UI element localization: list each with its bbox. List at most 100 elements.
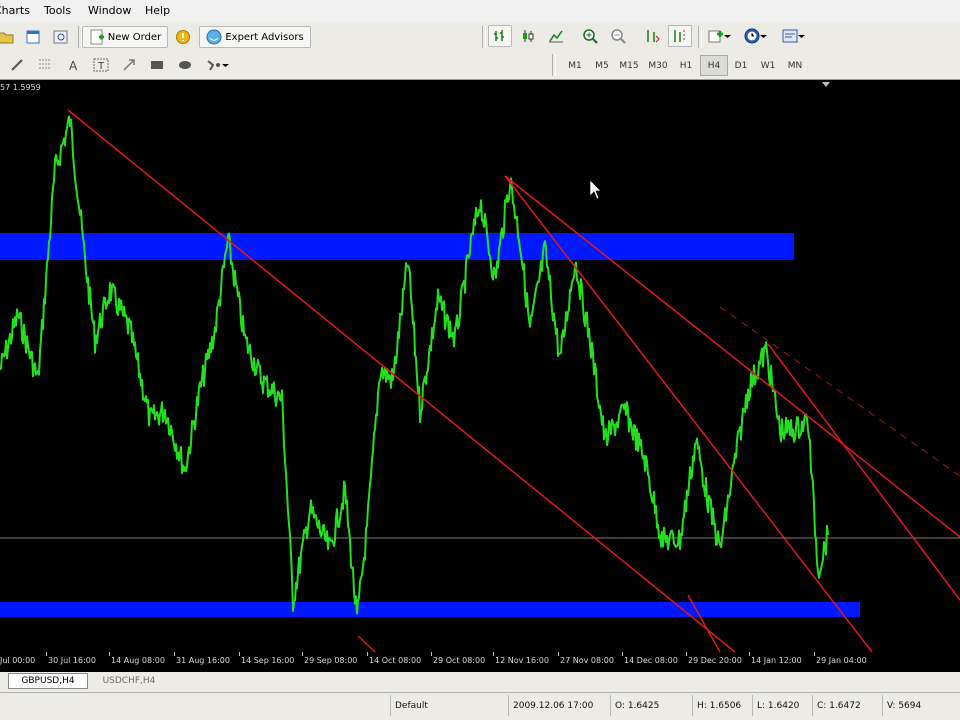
zoom-out-icon [611, 29, 626, 44]
arrow-icon [123, 59, 135, 71]
time-axis-tick [174, 652, 175, 656]
metaeditor-button[interactable] [172, 26, 194, 48]
zoom-in-icon [583, 29, 598, 44]
timeframe-m30-button[interactable]: M30 [644, 55, 672, 76]
candlestick-icon [523, 30, 534, 42]
line-tool-button[interactable] [6, 54, 28, 76]
menu-help[interactable]: Help [145, 4, 170, 17]
candlestick-button[interactable] [516, 25, 540, 47]
bar-chart-button[interactable] [488, 25, 512, 47]
indicators-button[interactable] [702, 25, 736, 47]
more-tools-button[interactable] [202, 54, 232, 76]
indicators-icon [708, 30, 723, 43]
price-chart[interactable]: 57 1.5959 Jul 00:00 30 Jul 16:00 14 Aug 08… [0, 80, 960, 672]
timeframe-mn-button[interactable]: MN [781, 55, 809, 76]
time-axis-label: 29 Oct 08:00 [433, 656, 486, 665]
bar-chart-icon [494, 30, 504, 41]
chart-shift-icon [674, 30, 685, 42]
time-axis-tick [367, 652, 368, 656]
tab-usdchf[interactable]: USDCHF,H4 [90, 673, 168, 689]
time-axis-tick [686, 652, 687, 656]
status-low: L: 1.6420 [752, 695, 812, 716]
trendline-dashed [719, 306, 960, 477]
text-tool-button[interactable]: A [62, 54, 84, 76]
time-axis-tick [622, 652, 623, 656]
menu-charts[interactable]: Charts [0, 4, 30, 17]
diamond-icon [176, 30, 190, 44]
text-icon: A [69, 59, 78, 73]
template-icon [782, 29, 797, 43]
menu-bar: Charts Tools Window Help [0, 0, 960, 23]
market-watch-button[interactable] [22, 26, 44, 48]
timeframe-m15-button[interactable]: M15 [615, 55, 643, 76]
mouse-cursor-icon [589, 179, 602, 200]
trendline-4 [767, 343, 960, 601]
time-axis-tick [239, 652, 240, 656]
status-high: H: 1.6506 [692, 695, 752, 716]
status-close: C: 1.6472 [812, 695, 882, 716]
timeframe-m1-button[interactable]: M1 [561, 55, 589, 76]
chart-shift-button[interactable] [668, 25, 692, 47]
timeframe-h4-button[interactable]: H4 [700, 55, 728, 76]
time-axis-label: 29 Sep 08:00 [304, 656, 358, 665]
plus-icon [90, 29, 104, 45]
price-series [0, 115, 829, 615]
time-axis-tick [749, 652, 750, 656]
chevron-down-icon [797, 35, 805, 38]
support-zone [0, 602, 860, 617]
trendline-1 [67, 109, 736, 653]
open-folder-button[interactable] [0, 26, 16, 48]
chevron-down-icon [221, 64, 229, 67]
menu-tools[interactable]: Tools [44, 4, 71, 17]
timeframe-h1-button[interactable]: H1 [672, 55, 700, 76]
status-volume: V: 5694 [882, 695, 960, 716]
timeframe-w1-button[interactable]: W1 [754, 55, 782, 76]
svg-text:A: A [69, 59, 78, 73]
time-axis-label: 14 Dec 08:00 [624, 656, 678, 665]
time-axis-label: 12 Nov 16:00 [495, 656, 549, 665]
svg-text:T: T [97, 61, 105, 72]
menu-window[interactable]: Window [88, 4, 131, 17]
chevron-down-icon [759, 35, 767, 38]
standard-toolbar: New Order Expert Advisors [0, 22, 960, 53]
time-axis-tick [493, 652, 494, 656]
time-axis-label: 27 Nov 08:00 [560, 656, 614, 665]
navigator-button[interactable] [50, 26, 72, 48]
time-axis-label: 14 Sep 16:00 [241, 656, 295, 665]
resistance-zone [0, 233, 794, 260]
timeframe-d1-button[interactable]: D1 [727, 55, 755, 76]
time-axis-tick [558, 652, 559, 656]
time-axis-tick [431, 652, 432, 656]
time-axis-label: 14 Oct 08:00 [369, 656, 422, 665]
status-bar: Default 2009.12.06 17:00 O: 1.6425 H: 1.… [0, 693, 960, 720]
time-axis-label: 29 Jan 04:00 [816, 656, 867, 665]
text-label-icon: T [93, 58, 109, 72]
rectangle-tool-button[interactable] [146, 54, 168, 76]
zoom-out-button[interactable] [606, 25, 630, 47]
ellipse-tool-button[interactable] [174, 54, 196, 76]
fibonacci-button[interactable] [34, 54, 56, 76]
folder-icon [0, 32, 14, 44]
time-axis-tick [46, 652, 47, 656]
line-chart-button[interactable] [544, 25, 568, 47]
tab-gbpusd[interactable]: GBPUSD,H4 [8, 673, 88, 689]
arrow-tool-button[interactable] [118, 54, 140, 76]
line-chart-icon [549, 30, 563, 43]
expert-advisors-button[interactable]: Expert Advisors [199, 26, 311, 48]
time-axis-label: 14 Jan 12:00 [751, 656, 802, 665]
auto-scroll-button[interactable] [640, 25, 664, 47]
clock-icon [744, 28, 759, 44]
time-axis-label: 30 Jul 16:00 [48, 656, 96, 665]
time-axis-label: 29 Dec 20:00 [688, 656, 742, 665]
timeframe-m5-button[interactable]: M5 [588, 55, 616, 76]
ellipse-icon [179, 61, 191, 69]
auto-scroll-icon [647, 30, 660, 43]
new-order-button[interactable]: New Order [82, 26, 168, 48]
templates-button[interactable] [776, 25, 810, 47]
robot-icon [206, 29, 222, 45]
fibonacci-icon [39, 59, 51, 69]
time-axis-tick [814, 652, 815, 656]
text-label-button[interactable]: T [90, 54, 112, 76]
zoom-in-button[interactable] [578, 25, 602, 47]
periods-button[interactable] [738, 25, 772, 47]
